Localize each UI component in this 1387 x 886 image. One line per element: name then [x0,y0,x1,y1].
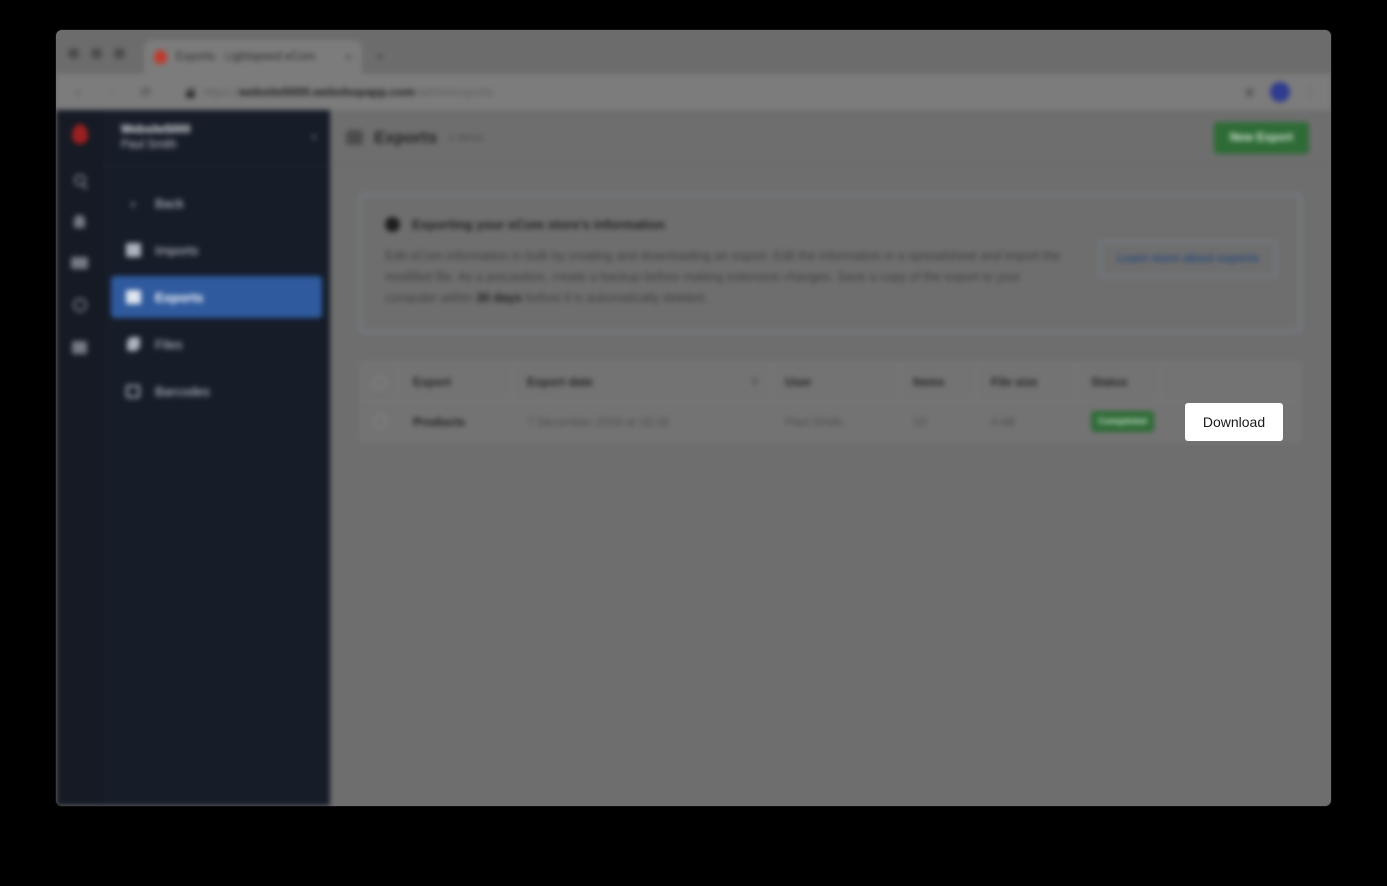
notifications-icon[interactable] [74,215,85,228]
sidebar-nav: ‹ Back Imports Exports Files Barcodes [103,166,330,417]
browser-tabstrip: Exports · Lightspeed eCom × + [56,30,1331,74]
user-avatar[interactable] [1270,82,1290,102]
row-checkbox[interactable] [361,415,399,428]
browser-toolbar: ‹ › ⟳ https://website5000.webshopapp.com… [56,74,1331,110]
lightspeed-logo [71,124,88,144]
window-controls[interactable] [68,48,125,59]
sidebar-item-imports[interactable]: Imports [111,229,322,271]
cell-file-size: 4 kB [991,414,1016,429]
inbox-icon[interactable] [71,257,88,269]
chevron-down-icon[interactable]: ▾ [312,133,316,142]
column-header-items[interactable]: Items [899,363,977,401]
sidebar-item-label: Exports [155,289,204,305]
cell-user: Paul Smith [785,414,844,429]
column-header-file-size[interactable]: File size [977,363,1077,401]
files-icon [125,336,141,352]
banner-body: Exporting your eCom store's information … [385,217,1082,309]
page-title: Exports [374,127,438,147]
banner-text-bold: 30 days [476,291,522,305]
forward-button[interactable]: › [104,84,120,100]
sidebar-item-exports[interactable]: Exports [111,276,322,318]
browser-window: Exports · Lightspeed eCom × + ‹ › ⟳ http… [56,30,1331,806]
exports-table: Export Export date ⇅ User Items File siz… [360,362,1301,442]
application-body: Website5000 Paul Smith ▾ ‹ Back Imports [56,110,1331,806]
help-globe-icon[interactable] [72,298,87,312]
exports-icon [346,130,363,145]
banner-text-part2: before it is automatically deleted. [521,291,708,305]
minimize-window-button[interactable] [91,48,102,59]
sidebar-item-barcodes[interactable]: Barcodes [111,370,322,412]
url-path: /admin/exports [414,85,494,99]
new-tab-button[interactable]: + [376,48,384,64]
banner-text: Edit eCom information in bulk by creatin… [385,246,1075,309]
download-button[interactable]: Download [1185,403,1283,441]
apps-grid-icon[interactable] [72,341,87,354]
url-scheme: https:// [203,85,240,99]
item-count: 1 items [448,131,484,144]
column-header-export-date[interactable]: Export date ⇅ [513,363,771,401]
learn-more-button[interactable]: Learn more about exports [1100,241,1276,277]
exports-icon [125,289,141,305]
info-banner: Exporting your eCom store's information … [360,194,1301,332]
new-export-button[interactable]: New Export [1213,121,1309,154]
sidebar-item-label: Imports [155,242,199,258]
store-user: Paul Smith [121,138,177,151]
info-circle-icon [385,217,400,232]
sidebar-item-files[interactable]: Files [111,323,322,365]
close-window-button[interactable] [68,48,79,59]
main-content: Exports 1 items New Export Exporting you… [330,110,1331,806]
tab-title: Exports · Lightspeed eCom [176,51,316,63]
cell-status: Completed [1077,411,1161,432]
browser-tab[interactable]: Exports · Lightspeed eCom × [144,40,362,74]
store-texts: Website5000 Paul Smith [121,123,312,153]
imports-icon [125,242,141,258]
table-header-row: Export Export date ⇅ User Items File siz… [361,363,1300,402]
back-button[interactable]: ‹ [70,84,86,100]
column-header-label: Export date [527,375,594,389]
select-all-checkbox[interactable] [361,363,399,401]
page-header: Exports 1 items New Export [330,110,1331,166]
sidebar-item-label: Barcodes [155,383,210,399]
column-header-export[interactable]: Export [399,363,513,401]
chevron-left-icon: ‹ [130,195,136,211]
store-switcher[interactable]: Website5000 Paul Smith ▾ [103,110,330,166]
lightspeed-flame-icon [154,50,167,64]
cell-items: 10 [913,414,927,429]
address-bar[interactable]: https://website5000.webshopapp.com/admin… [176,80,1225,104]
cell-export-date: 7 December 2018 at 16:16 [527,414,670,429]
sidebar-item-label: Files [155,336,183,352]
banner-title: Exporting your eCom store's information [412,217,666,232]
content-area: Exporting your eCom store's information … [330,166,1331,470]
status-badge: Completed [1091,411,1155,432]
extension-icon[interactable] [1243,85,1256,99]
column-header-actions [1161,363,1300,401]
page-blur-layer: Exports · Lightspeed eCom × + ‹ › ⟳ http… [56,30,1331,806]
banner-title-row: Exporting your eCom store's information [385,217,1082,232]
url-text: https://website5000.webshopapp.com/admin… [203,85,493,99]
reload-button[interactable]: ⟳ [138,84,154,101]
search-icon[interactable] [73,174,86,186]
store-name: Website5000 [121,123,191,136]
column-header-user[interactable]: User [771,363,899,401]
barcodes-icon [125,383,141,399]
maximize-window-button[interactable] [114,48,125,59]
sidebar-item-back[interactable]: ‹ Back [111,182,322,224]
url-host: website5000.webshopapp.com [239,85,415,99]
table-row[interactable]: Products 7 December 2018 at 16:16 Paul S… [361,402,1300,441]
column-header-status[interactable]: Status [1077,363,1161,401]
lock-icon [186,86,195,98]
browser-menu-icon[interactable]: ⋮ [1304,85,1317,98]
sidebar-item-label: Back [155,195,184,211]
toolbar-actions: ⋮ [1243,82,1317,102]
close-icon[interactable]: × [345,51,352,63]
cell-export-name[interactable]: Products [399,415,513,429]
icon-rail [56,110,103,806]
sidebar: Website5000 Paul Smith ▾ ‹ Back Imports [103,110,330,806]
sort-icon[interactable]: ⇅ [751,378,758,386]
